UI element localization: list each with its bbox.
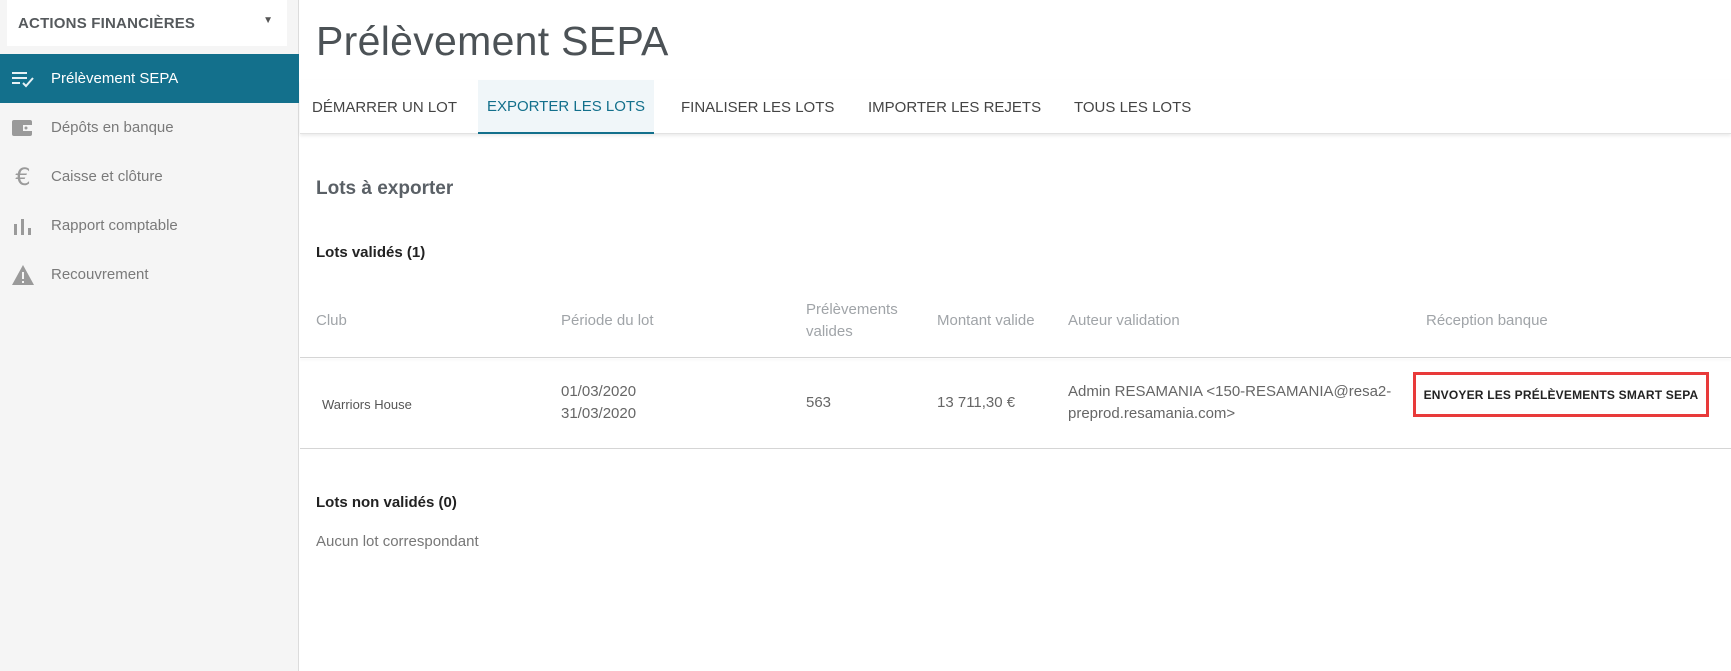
sidebar-item-recouvrement[interactable]: Recouvrement <box>0 250 299 299</box>
sidebar-item-label: Dépôts en banque <box>51 119 174 136</box>
column-header-reception: Réception banque <box>1426 312 1548 329</box>
cell-auteur-line2: preprod.resamania.com> <box>1068 405 1236 422</box>
column-header-prelevements-line2: valides <box>806 323 853 340</box>
column-header-club: Club <box>316 312 347 329</box>
wallet-icon <box>11 116 35 140</box>
caret-down-icon: ▼ <box>263 15 273 26</box>
column-header-auteur: Auteur validation <box>1068 312 1180 329</box>
warning-icon <box>11 263 35 287</box>
app-window: ACTIONS FINANCIÈRES ▼ Prélèvement SEPA D… <box>0 0 1731 671</box>
main-content: Prélèvement SEPA DÉMARRER UN LOT EXPORTE… <box>300 0 1731 671</box>
section-title: Lots à exporter <box>316 178 454 199</box>
tab-finaliser-les-lots[interactable]: FINALISER LES LOTS <box>681 80 834 134</box>
sidebar-item-depots-banque[interactable]: Dépôts en banque <box>0 103 299 152</box>
module-select[interactable]: ACTIONS FINANCIÈRES ▼ <box>7 0 287 46</box>
sidebar-item-prelevement-sepa[interactable]: Prélèvement SEPA <box>0 54 299 103</box>
sidebar-item-label: Rapport comptable <box>51 217 178 234</box>
table-row-divider <box>300 448 1731 449</box>
bar-chart-icon <box>11 214 35 238</box>
sidebar-item-label: Prélèvement SEPA <box>51 70 179 87</box>
column-header-periode: Période du lot <box>561 312 654 329</box>
cell-prelevements: 563 <box>806 394 832 411</box>
validated-lots-title: Lots validés (1) <box>316 244 426 261</box>
table-header-divider <box>300 357 1731 358</box>
empty-state-text: Aucun lot correspondant <box>316 533 479 550</box>
tab-bar: DÉMARRER UN LOT EXPORTER LES LOTS FINALI… <box>300 80 1731 134</box>
column-header-prelevements: Prélèvements <box>806 301 898 318</box>
tab-exporter-les-lots[interactable]: EXPORTER LES LOTS <box>478 80 654 134</box>
not-validated-lots-title: Lots non validés (0) <box>316 494 457 511</box>
tab-tous-les-lots[interactable]: TOUS LES LOTS <box>1074 80 1191 134</box>
cell-periode-debut: 01/03/2020 <box>561 383 637 400</box>
sidebar-item-label: Caisse et clôture <box>51 168 163 185</box>
list-check-icon <box>11 67 35 91</box>
sidebar-item-label: Recouvrement <box>51 266 149 283</box>
cell-periode-fin: 31/03/2020 <box>561 405 637 422</box>
sidebar: ACTIONS FINANCIÈRES ▼ Prélèvement SEPA D… <box>0 0 299 671</box>
cell-club: Warriors House <box>322 397 412 412</box>
sidebar-nav: Prélèvement SEPA Dépôts en banque € Cais… <box>0 54 299 299</box>
column-header-montant: Montant valide <box>937 312 1035 329</box>
page-title: Prélèvement SEPA <box>316 18 669 64</box>
send-smart-sepa-button[interactable]: ENVOYER LES PRÉLÈVEMENTS SMART SEPA <box>1413 372 1709 417</box>
cell-auteur: Admin RESAMANIA <150-RESAMANIA@resa2- <box>1068 383 1392 400</box>
tab-demarrer-un-lot[interactable]: DÉMARRER UN LOT <box>312 80 457 134</box>
tab-importer-les-rejets[interactable]: IMPORTER LES REJETS <box>868 80 1041 134</box>
cell-montant: 13 711,30 € <box>937 394 1016 411</box>
euro-icon: € <box>15 162 31 191</box>
sidebar-item-rapport-comptable[interactable]: Rapport comptable <box>0 201 299 250</box>
sidebar-item-caisse-cloture[interactable]: € Caisse et clôture <box>0 152 299 201</box>
module-select-label: ACTIONS FINANCIÈRES <box>18 14 196 32</box>
